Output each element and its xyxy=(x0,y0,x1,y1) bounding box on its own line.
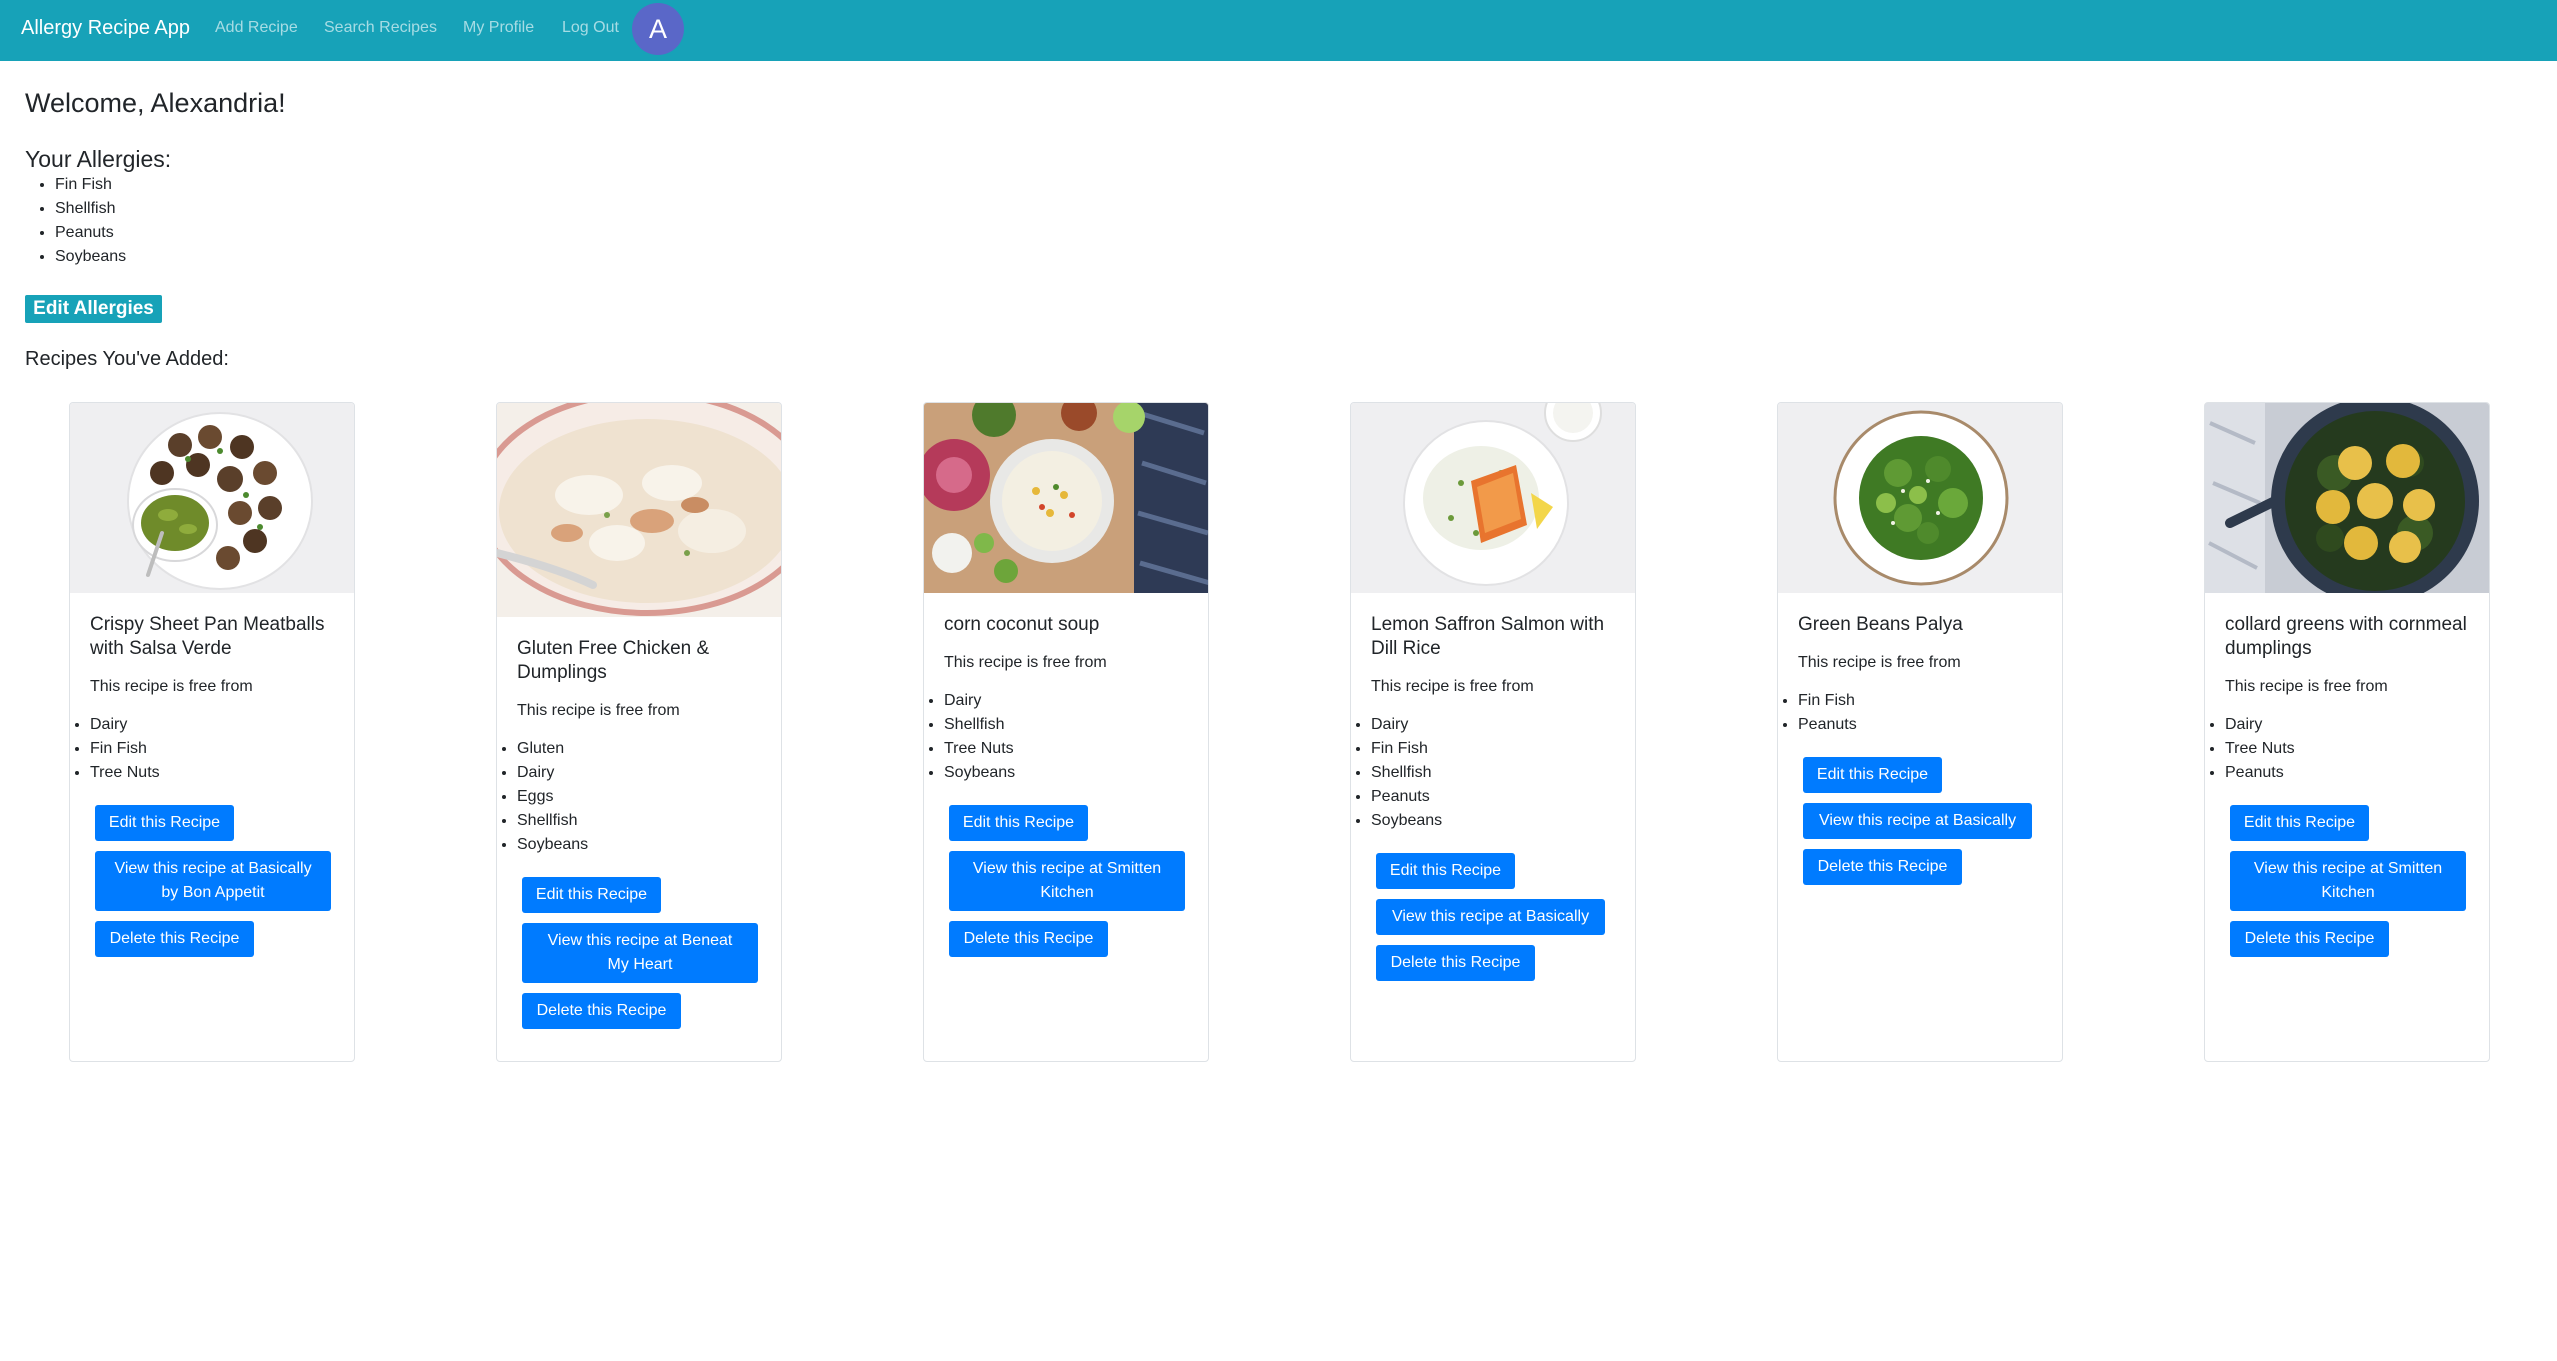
edit-recipe-button[interactable]: Edit this Recipe xyxy=(95,805,234,841)
free-from-item: Shellfish xyxy=(1371,761,1621,785)
recipe-image-meatballs xyxy=(70,403,354,593)
nav-search-recipes[interactable]: Search Recipes xyxy=(324,19,437,37)
card-body: Lemon Saffron Salmon with Dill Rice This… xyxy=(1371,613,1621,981)
free-from-item: Tree Nuts xyxy=(90,761,340,785)
free-from-label: This recipe is free from xyxy=(1371,678,1534,695)
edit-recipe-button[interactable]: Edit this Recipe xyxy=(522,877,661,913)
free-from-item: Gluten xyxy=(517,737,767,761)
free-from-list: Dairy Fin Fish Tree Nuts xyxy=(75,713,340,785)
free-from-item: Dairy xyxy=(90,713,340,737)
navbar: Allergy Recipe App Add Recipe Search Rec… xyxy=(0,0,2557,61)
allergy-item: Peanuts xyxy=(55,221,126,245)
free-from-label: This recipe is free from xyxy=(944,654,1107,671)
free-from-item: Soybeans xyxy=(1371,809,1621,833)
delete-recipe-button[interactable]: Delete this Recipe xyxy=(1376,945,1535,981)
free-from-item: Tree Nuts xyxy=(944,737,1194,761)
free-from-list: Dairy Fin Fish Shellfish Peanuts Soybean… xyxy=(1356,713,1621,833)
nav-my-profile[interactable]: My Profile xyxy=(463,19,534,37)
recipe-card: Gluten Free Chicken & Dumplings This rec… xyxy=(496,402,782,1062)
allergy-item: Soybeans xyxy=(55,245,126,269)
edit-recipe-button[interactable]: Edit this Recipe xyxy=(1376,853,1515,889)
free-from-item: Soybeans xyxy=(944,761,1194,785)
free-from-label: This recipe is free from xyxy=(2225,678,2388,695)
free-from-item: Tree Nuts xyxy=(2225,737,2475,761)
recipe-title: Gluten Free Chicken & Dumplings xyxy=(517,638,710,683)
recipe-card: collard greens with cornmeal dumplings T… xyxy=(2204,402,2490,1062)
free-from-list: Gluten Dairy Eggs Shellfish Soybeans xyxy=(502,737,767,857)
free-from-item: Dairy xyxy=(944,689,1194,713)
edit-recipe-button[interactable]: Edit this Recipe xyxy=(1803,757,1942,793)
card-body: Green Beans Palya This recipe is free fr… xyxy=(1798,613,2048,885)
delete-recipe-button[interactable]: Delete this Recipe xyxy=(2230,921,2389,957)
free-from-list: Fin Fish Peanuts xyxy=(1783,689,2048,737)
card-body: collard greens with cornmeal dumplings T… xyxy=(2225,613,2475,957)
page-title: Welcome, Alexandria! xyxy=(25,88,286,118)
free-from-item: Fin Fish xyxy=(1798,689,2048,713)
delete-recipe-button[interactable]: Delete this Recipe xyxy=(949,921,1108,957)
recipe-title: corn coconut soup xyxy=(944,614,1100,635)
delete-recipe-button[interactable]: Delete this Recipe xyxy=(522,993,681,1029)
free-from-list: Dairy Tree Nuts Peanuts xyxy=(2210,713,2475,785)
edit-recipe-button[interactable]: Edit this Recipe xyxy=(2230,805,2369,841)
recipe-title: collard greens with cornmeal dumplings xyxy=(2225,614,2467,659)
free-from-item: Dairy xyxy=(517,761,767,785)
recipe-title: Crispy Sheet Pan Meatballs with Salsa Ve… xyxy=(90,614,325,659)
allergy-item: Fin Fish xyxy=(55,173,126,197)
allergy-item: Shellfish xyxy=(55,197,126,221)
view-recipe-button[interactable]: View this recipe at Basically xyxy=(1376,899,1605,935)
recipe-image-green-beans xyxy=(1778,403,2062,593)
edit-recipe-button[interactable]: Edit this Recipe xyxy=(949,805,1088,841)
recipe-card: Lemon Saffron Salmon with Dill Rice This… xyxy=(1350,402,1636,1062)
card-body: corn coconut soup This recipe is free fr… xyxy=(944,613,1194,957)
free-from-item: Fin Fish xyxy=(90,737,340,761)
delete-recipe-button[interactable]: Delete this Recipe xyxy=(95,921,254,957)
recipe-card: Green Beans Palya This recipe is free fr… xyxy=(1777,402,2063,1062)
edit-allergies-button[interactable]: Edit Allergies xyxy=(25,295,162,323)
view-recipe-button[interactable]: View this recipe at Basically xyxy=(1803,803,2032,839)
view-recipe-button[interactable]: View this recipe at Basically by Bon App… xyxy=(95,851,331,911)
recipe-image-corn-soup xyxy=(924,403,1208,593)
free-from-item: Peanuts xyxy=(1798,713,2048,737)
nav-log-out[interactable]: Log Out xyxy=(562,19,619,37)
delete-recipe-button[interactable]: Delete this Recipe xyxy=(1803,849,1962,885)
free-from-item: Dairy xyxy=(2225,713,2475,737)
recipes-heading: Recipes You've Added: xyxy=(25,348,229,370)
free-from-item: Peanuts xyxy=(2225,761,2475,785)
view-recipe-button[interactable]: View this recipe at Beneat My Heart xyxy=(522,923,758,983)
card-body: Crispy Sheet Pan Meatballs with Salsa Ve… xyxy=(90,613,340,957)
free-from-label: This recipe is free from xyxy=(90,678,253,695)
nav-add-recipe[interactable]: Add Recipe xyxy=(215,19,298,37)
recipe-title: Lemon Saffron Salmon with Dill Rice xyxy=(1371,614,1605,659)
recipe-card: corn coconut soup This recipe is free fr… xyxy=(923,402,1209,1062)
recipe-image-collard-greens xyxy=(2205,403,2489,593)
view-recipe-button[interactable]: View this recipe at Smitten Kitchen xyxy=(949,851,1185,911)
avatar[interactable]: A xyxy=(632,3,684,55)
free-from-item: Fin Fish xyxy=(1371,737,1621,761)
free-from-item: Shellfish xyxy=(944,713,1194,737)
free-from-item: Eggs xyxy=(517,785,767,809)
card-body: Gluten Free Chicken & Dumplings This rec… xyxy=(517,637,767,1029)
recipe-image-salmon xyxy=(1351,403,1635,593)
recipe-card: Crispy Sheet Pan Meatballs with Salsa Ve… xyxy=(69,402,355,1062)
free-from-item: Peanuts xyxy=(1371,785,1621,809)
free-from-list: Dairy Shellfish Tree Nuts Soybeans xyxy=(929,689,1194,785)
free-from-item: Shellfish xyxy=(517,809,767,833)
recipe-title: Green Beans Palya xyxy=(1798,614,1963,635)
free-from-label: This recipe is free from xyxy=(1798,654,1961,671)
allergy-list: Fin Fish Shellfish Peanuts Soybeans xyxy=(25,173,126,269)
app-brand[interactable]: Allergy Recipe App xyxy=(21,17,190,40)
free-from-item: Soybeans xyxy=(517,833,767,857)
recipe-image-chicken-dumplings xyxy=(497,403,781,617)
view-recipe-button[interactable]: View this recipe at Smitten Kitchen xyxy=(2230,851,2466,911)
free-from-label: This recipe is free from xyxy=(517,702,680,719)
allergies-heading: Your Allergies: xyxy=(25,146,172,172)
free-from-item: Dairy xyxy=(1371,713,1621,737)
